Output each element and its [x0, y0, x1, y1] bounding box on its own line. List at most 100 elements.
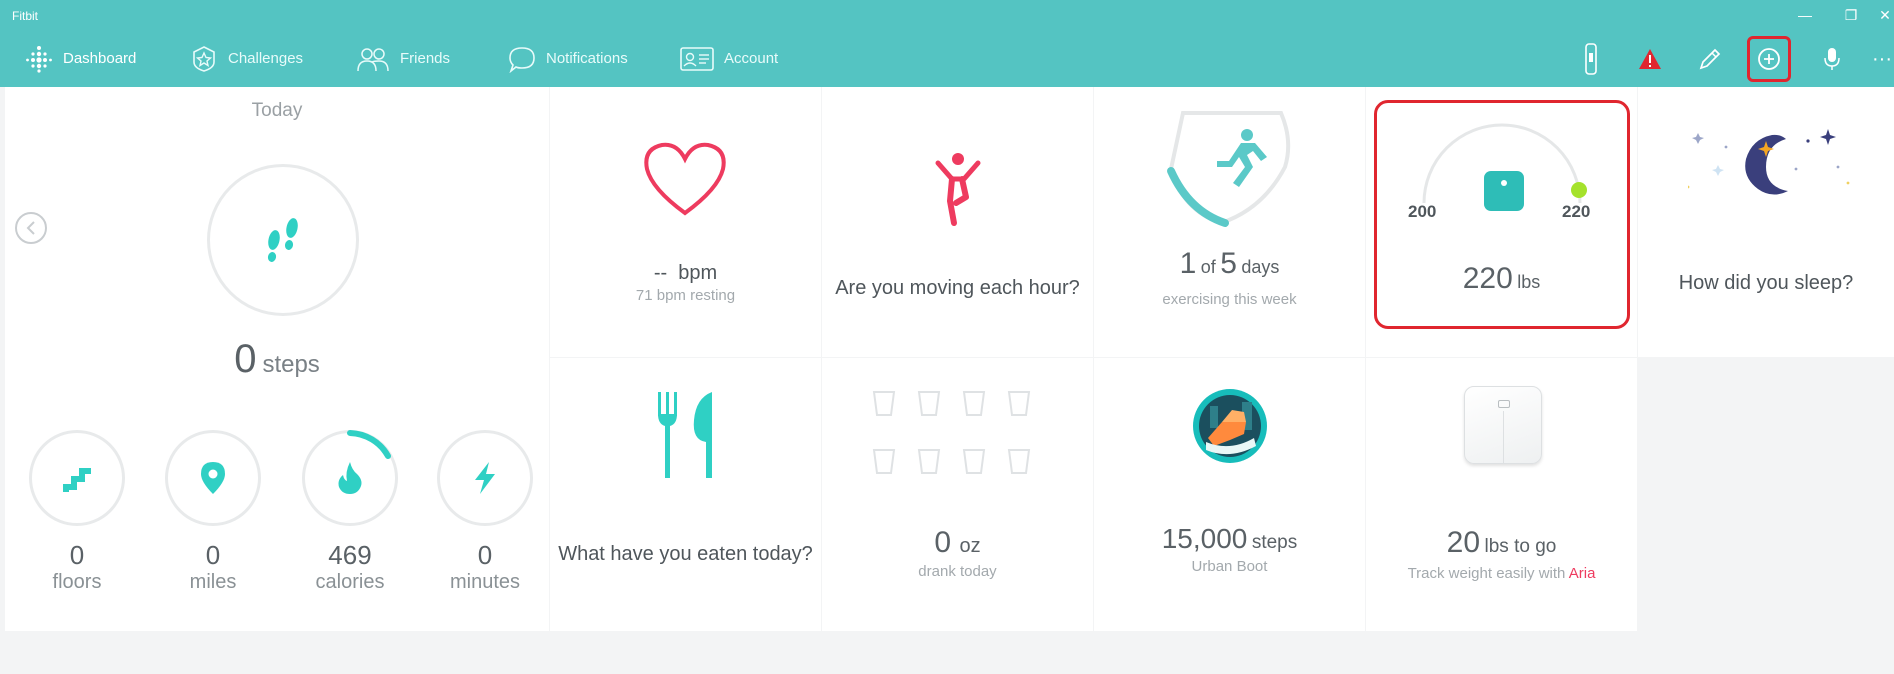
voice-button[interactable]	[1810, 36, 1854, 82]
close-button[interactable]: ✕	[1876, 4, 1894, 26]
footprints-icon	[267, 218, 298, 262]
exercise-progress: 1 of 5 days	[1094, 247, 1365, 281]
location-pin-icon	[201, 462, 225, 494]
calories-progress-arc	[347, 430, 391, 459]
nav-friends[interactable]: Friends	[356, 30, 450, 87]
lightning-icon	[475, 462, 495, 494]
moon-and-stars-icon	[1688, 129, 1850, 195]
heart-rate-tile[interactable]: -- bpm 71 bpm resting	[550, 87, 821, 357]
tracker-device-icon	[1585, 43, 1597, 75]
nav-friends-label: Friends	[400, 50, 451, 67]
badge-steps-value: 15,000	[1161, 523, 1248, 554]
stairs-icon	[63, 468, 91, 492]
aria-link[interactable]: Aria	[1569, 565, 1596, 582]
log-button[interactable]	[1688, 36, 1732, 82]
top-navigation: Dashboard Challenges Friends Notificatio…	[0, 30, 1894, 87]
miles-label: miles	[189, 571, 237, 593]
active-minutes-stat[interactable]: 0 minutes	[435, 430, 535, 594]
water-unit: oz	[959, 535, 981, 557]
day-label: Today	[251, 100, 303, 121]
weight-to-go-value: 20	[1446, 526, 1481, 559]
badge-goal: 15,000 steps	[1094, 523, 1365, 555]
floors-value: 0	[69, 540, 85, 570]
nav-notifications-label: Notifications	[546, 50, 628, 67]
exercise-subtitle: exercising this week	[1162, 291, 1297, 308]
minutes-value: 0	[477, 540, 493, 570]
exercise-of: of	[1200, 257, 1216, 277]
water-reading: 0 oz	[822, 526, 1093, 560]
sleep-question: How did you sleep?	[1678, 272, 1854, 294]
steps-unit: steps	[262, 351, 320, 378]
aria-scale-tile[interactable]: 20 lbs to go Track weight easily with Ar…	[1366, 358, 1637, 631]
badge-steps-unit: steps	[1251, 532, 1298, 553]
weight-tile-highlight-box	[1374, 100, 1630, 329]
exercise-unit: days	[1241, 257, 1280, 277]
window-titlebar: Fitbit — ❐ ✕	[0, 0, 1894, 30]
miles-value: 0	[205, 540, 221, 570]
urban-boot-badge-icon	[1193, 389, 1267, 463]
aria-scale-seam	[1503, 411, 1504, 464]
water-tile[interactable]: 0 oz drank today	[822, 358, 1093, 631]
heart-rate-reading: -- bpm	[550, 262, 821, 285]
minutes-ring	[437, 430, 533, 526]
exercise-done: 1	[1179, 247, 1197, 280]
exercise-goal: 5	[1220, 247, 1237, 280]
steps-ring	[207, 164, 359, 316]
more-menu-button[interactable]: ···	[1872, 36, 1894, 82]
alert-button[interactable]	[1628, 36, 1672, 82]
minimize-button[interactable]: —	[1790, 4, 1820, 26]
aria-promo: Track weight easily with Aria	[1366, 565, 1637, 582]
nav-notifications[interactable]: Notifications	[508, 30, 628, 87]
microphone-icon	[1824, 48, 1840, 70]
miles-ring	[165, 430, 261, 526]
sync-tracker-button[interactable]	[1569, 36, 1613, 82]
previous-day-button[interactable]	[15, 212, 47, 244]
heart-rate-value: --	[653, 262, 668, 284]
water-subtitle: drank today	[918, 563, 997, 580]
floors-ring	[29, 430, 125, 526]
chat-bubble-icon	[509, 46, 535, 73]
floors-label: floors	[52, 571, 102, 593]
add-entry-button[interactable]	[1747, 36, 1791, 82]
steps-panel[interactable]: Today 0 steps 0 floors 0 miles 469 calor…	[5, 87, 549, 631]
friends-icon	[357, 47, 389, 71]
exercise-shield-icon	[1167, 111, 1291, 227]
weight-to-go-unit: lbs to go	[1484, 536, 1557, 557]
sleep-tile[interactable]: How did you sleep?	[1638, 87, 1894, 357]
nav-account[interactable]: Account	[680, 30, 778, 87]
hourly-activity-tile[interactable]: Are you moving each hour?	[822, 87, 1093, 357]
id-card-icon	[680, 46, 714, 71]
heart-icon	[644, 142, 726, 216]
calories-stat[interactable]: 469 calories	[300, 430, 400, 594]
dancing-person-icon	[935, 153, 981, 226]
nav-dashboard[interactable]: Dashboard	[25, 30, 136, 87]
exercise-tile[interactable]: 1 of 5 days exercising this week	[1094, 87, 1365, 357]
badge-name: Urban Boot	[1191, 558, 1268, 575]
food-question: What have you eaten today?	[558, 543, 813, 565]
steps-count: 0 steps	[5, 337, 549, 382]
dashboard-dots-icon	[26, 45, 52, 73]
aria-scale-image	[1464, 386, 1542, 464]
plus-circle-icon	[1758, 48, 1780, 70]
pencil-icon	[1699, 48, 1721, 70]
warning-icon	[1639, 49, 1661, 69]
floors-stat[interactable]: 0 floors	[27, 430, 127, 594]
nav-account-label: Account	[724, 50, 779, 67]
chevron-left-icon	[26, 221, 35, 235]
nav-challenges[interactable]: Challenges	[190, 30, 303, 87]
hourly-activity-question: Are you moving each hour?	[835, 277, 1080, 299]
star-badge-icon	[193, 45, 215, 72]
fork-and-knife-icon	[658, 392, 712, 478]
aria-scale-display	[1498, 400, 1510, 408]
restore-button[interactable]: ❐	[1836, 4, 1866, 26]
water-cups-icon	[872, 391, 1031, 474]
miles-stat[interactable]: 0 miles	[163, 430, 263, 594]
nav-challenges-label: Challenges	[228, 50, 304, 67]
calories-value: 469	[328, 540, 372, 570]
calories-ring	[302, 430, 398, 526]
water-value: 0	[934, 526, 952, 559]
badge-tile[interactable]: 15,000 steps Urban Boot	[1094, 358, 1365, 631]
calories-label: calories	[315, 571, 385, 593]
food-tile[interactable]: What have you eaten today?	[550, 358, 821, 631]
resting-heart-rate: 71 bpm resting	[635, 287, 736, 304]
